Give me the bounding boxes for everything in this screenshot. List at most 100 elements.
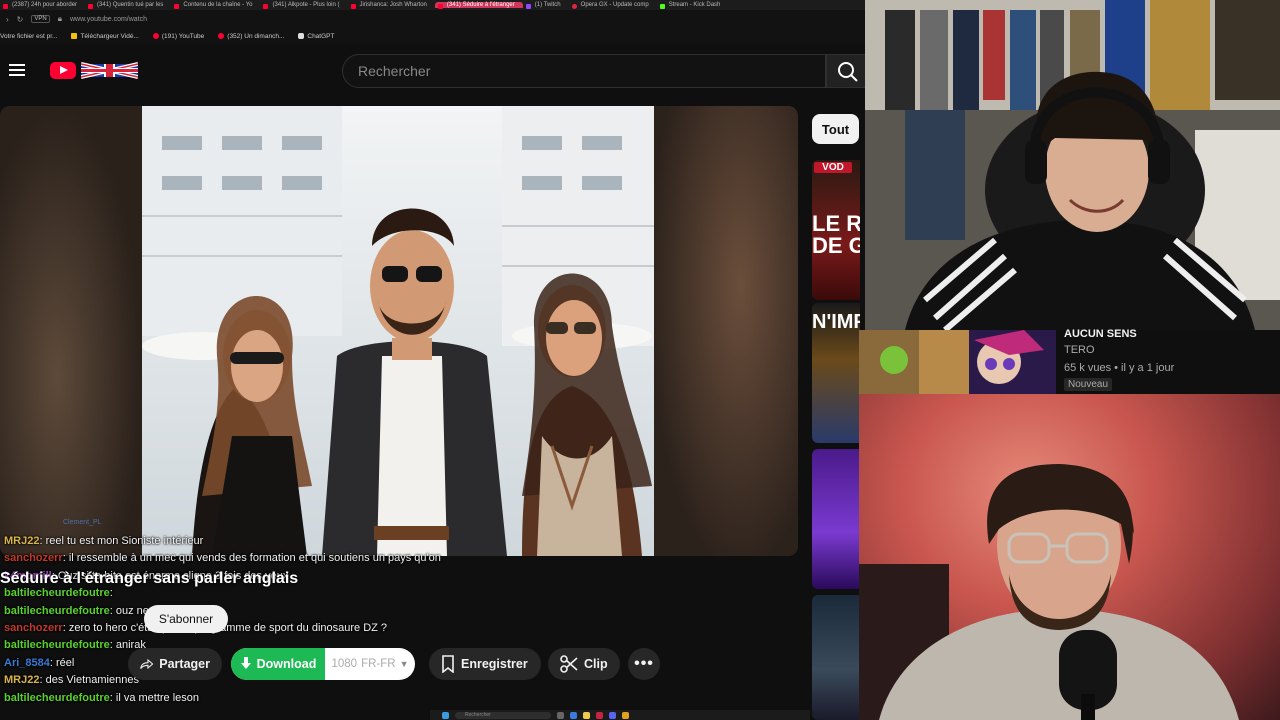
chat-username[interactable]: sanchozerr <box>4 552 63 564</box>
chat-message: sanchozerr: zero to hero c'était pas le … <box>4 620 524 637</box>
sidebar-video-thumbnail-3[interactable] <box>812 449 860 589</box>
thumb-text-2: DE GA <box>812 233 860 258</box>
browser-tab[interactable]: Stream - Kick Dash <box>657 2 729 9</box>
player-blur-left <box>0 106 142 556</box>
task-view-icon[interactable] <box>557 711 564 719</box>
chat-username[interactable]: MRJ22 <box>4 535 39 547</box>
youtube-logo[interactable] <box>50 62 76 79</box>
bookmark-item[interactable]: Téléchargeur Vidé... <box>71 33 139 40</box>
bookmark-item[interactable]: Votre fichier est pr... <box>0 33 57 40</box>
language-value: FR-FR <box>361 658 396 670</box>
bookmark-label: (352) Un dimanch... <box>227 32 285 40</box>
uk-flag-icon <box>81 62 138 79</box>
webcam-bottom-scene <box>859 464 1239 720</box>
bookmark-favicon-icon <box>71 33 78 39</box>
video-title: Séduire à l'étranger sans parler anglais <box>0 570 299 587</box>
save-label: Enregistrer <box>461 657 528 671</box>
chat-text: réel <box>56 656 75 669</box>
taskbar-search[interactable]: Rechercher <box>455 711 551 719</box>
vpn-badge[interactable]: VPN <box>31 15 50 23</box>
browser-tab[interactable]: Contenu de la chaîne - Yo <box>171 2 260 9</box>
clip-button[interactable]: Clip <box>548 648 620 680</box>
opera-gx-icon[interactable] <box>596 711 603 719</box>
more-actions-button[interactable]: ••• <box>628 648 660 680</box>
forward-icon[interactable]: › <box>6 15 9 24</box>
bookmark-label: Votre fichier est pr... <box>0 32 58 40</box>
bookmark-icon <box>442 655 454 673</box>
download-label: Download <box>256 657 317 671</box>
browser-tab[interactable]: (2387) 24h pour aborder <box>0 2 85 9</box>
subscribe-button[interactable]: S'abonner <box>144 605 228 633</box>
chat-username[interactable]: sanchozerr <box>4 622 63 634</box>
thumb-text-1: LE RET <box>812 211 860 236</box>
chrome-icon[interactable] <box>622 711 629 719</box>
chat-username[interactable]: Ari_8584 <box>4 657 50 669</box>
share-icon <box>140 658 154 670</box>
address-url[interactable]: www.youtube.com/watch <box>70 16 147 23</box>
sidebar-video-thumbnail-4[interactable] <box>812 595 860 720</box>
browser-tab[interactable]: Opera GX - Update comp <box>569 2 657 9</box>
youtube-header <box>0 44 866 100</box>
store-icon[interactable] <box>570 711 577 719</box>
recommended-video-title[interactable]: AUCUN SENS <box>1064 328 1137 340</box>
folder-icon[interactable] <box>583 711 590 719</box>
sidebar-video-thumbnail-2[interactable]: N'IMP <box>812 303 860 443</box>
menu-icon[interactable] <box>9 64 25 76</box>
share-label: Partager <box>159 657 210 671</box>
recommended-video-meta: 65 k vues • il y a 1 jour <box>1064 362 1175 374</box>
chat-username[interactable]: baltilecheurdefoutre <box>4 605 110 617</box>
download-quality-select[interactable]: 1080 FR-FR ▼ <box>325 648 415 680</box>
recommended-thumbnail-art <box>859 330 1056 394</box>
video-player[interactable] <box>0 106 798 556</box>
recommended-video-thumbnail[interactable] <box>859 330 1056 394</box>
chat-top-username: Clement_PL <box>63 519 102 526</box>
windows-start-icon[interactable] <box>442 711 449 719</box>
download-icon <box>240 657 251 669</box>
clip-label: Clip <box>584 657 608 671</box>
chat-message: baltilecheurdefoutre: ouz ne <box>4 603 524 620</box>
bookmark-favicon-icon <box>152 33 159 39</box>
sidebar-video-thumbnail-1[interactable]: VOD LE RET DE GA <box>812 160 860 300</box>
bookmark-favicon-icon <box>218 33 225 39</box>
bookmark-item[interactable]: (191) YouTube <box>152 33 204 40</box>
player-blur-right <box>654 106 798 556</box>
video-scene <box>142 106 654 556</box>
chat-message: MRJ22: reel tu est mon Sioniste intérieu… <box>4 533 524 550</box>
browser-tab[interactable]: (1) Twitch <box>523 2 569 9</box>
chat-username[interactable]: MRJ22 <box>4 674 39 686</box>
more-icon: ••• <box>634 655 654 672</box>
recommended-video-card[interactable]: AUCUN SENS TERO 65 k vues • il y a 1 jou… <box>859 328 1280 394</box>
chat-username[interactable]: baltilecheurdefoutre <box>4 692 110 704</box>
scissors-icon <box>560 655 578 673</box>
search-box <box>342 54 826 88</box>
browser-tab[interactable]: (341) Alkpote - Plus loin ( <box>260 2 347 9</box>
search-button[interactable] <box>826 54 866 88</box>
bookmark-favicon-icon <box>298 33 305 39</box>
browser-tab[interactable]: Jirishanca: Josh Wharton <box>348 2 435 9</box>
browser-tab[interactable]: (341) Quentin tué par les <box>85 2 171 9</box>
save-button[interactable]: Enregistrer <box>429 648 541 680</box>
filter-chip-all[interactable]: Tout <box>812 114 859 144</box>
chat-text: des Vietnamiennes <box>45 674 139 687</box>
thumb-text-3: N'IMP <box>812 311 860 333</box>
video-frame <box>142 106 654 556</box>
recommended-video-channel[interactable]: TERO <box>1064 344 1095 356</box>
search-input[interactable] <box>343 55 825 87</box>
windows-taskbar: Rechercher <box>430 710 810 720</box>
chat-message: sanchozerr: il ressemble à un mec qui ve… <box>4 550 524 567</box>
chat-username[interactable]: baltilecheurdefoutre <box>4 587 110 599</box>
bookmark-item[interactable]: ChatGPT <box>298 33 334 40</box>
download-button[interactable]: Download <box>231 648 325 680</box>
chat-separator: : <box>109 587 113 600</box>
bookmark-item[interactable]: (352) Un dimanch... <box>218 33 284 40</box>
chat-username[interactable]: baltilecheurdefoutre <box>4 639 110 651</box>
webcam-top <box>865 0 1280 330</box>
webcam-top-scene <box>865 0 1280 330</box>
chat-text: il ressemble à un mec qui vends des form… <box>68 552 441 565</box>
new-badge: Nouveau <box>1064 378 1113 391</box>
browser-tab[interactable]: (341) Séduire à l'étranger <box>434 2 523 9</box>
browser-tab-bar: (2387) 24h pour aborder (341) Quentin tué… <box>0 0 865 10</box>
discord-icon[interactable] <box>609 711 616 719</box>
reload-icon[interactable]: ↻ <box>17 15 24 24</box>
share-button[interactable]: Partager <box>128 648 222 680</box>
